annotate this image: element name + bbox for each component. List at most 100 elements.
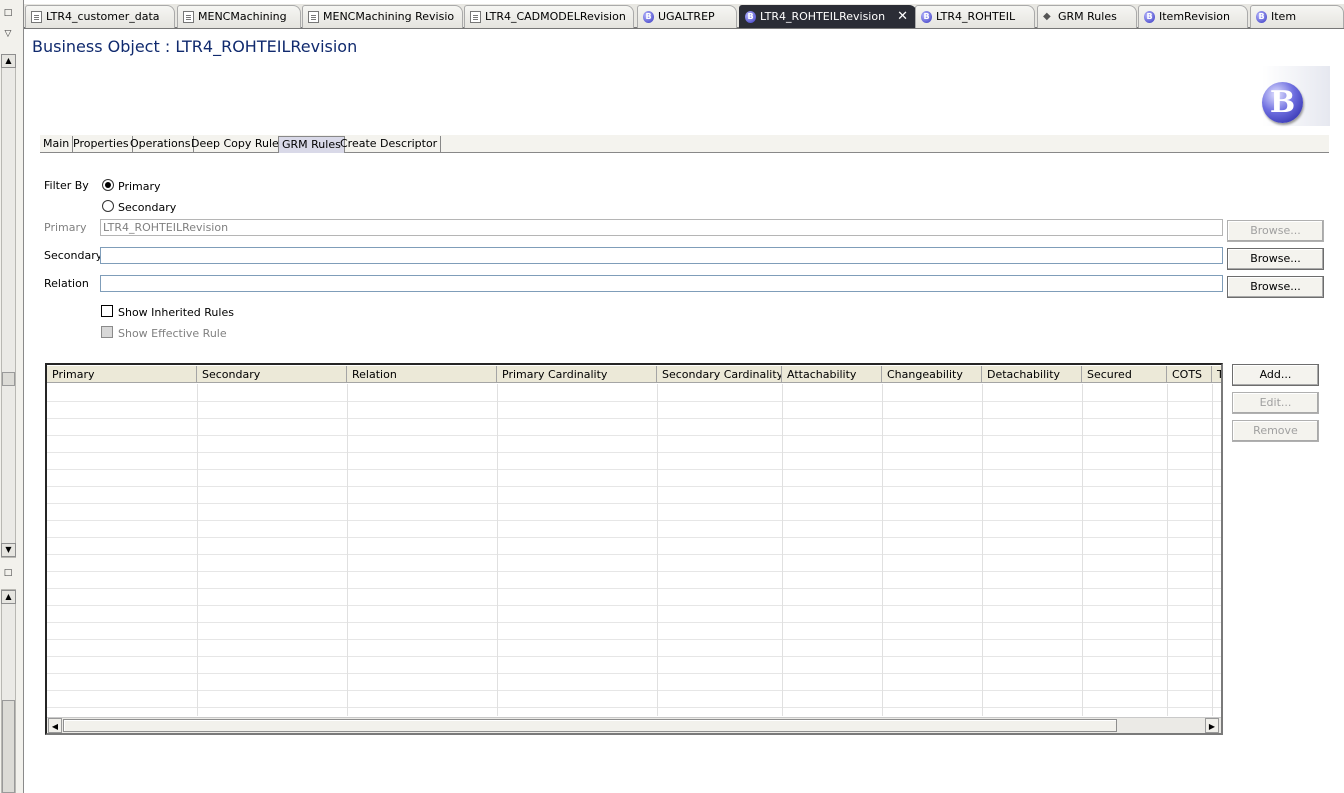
- business-object-icon: B: [921, 11, 932, 23]
- show-effective-rule-checkbox[interactable]: [101, 326, 113, 338]
- table-column-gridline: [1167, 384, 1168, 716]
- tab-ltr4-rohteilrevision[interactable]: B LTR4_ROHTEILRevision ✕: [739, 5, 917, 28]
- table-row-gridline: [47, 656, 1221, 657]
- business-object-icon: B: [745, 11, 756, 23]
- add-rule-button[interactable]: Add...: [1232, 364, 1319, 386]
- document-icon: [308, 11, 319, 23]
- relation-field[interactable]: [100, 275, 1223, 292]
- tab-item[interactable]: B Item: [1250, 5, 1344, 28]
- primary-radio[interactable]: [102, 179, 114, 191]
- table-row-gridline: [47, 435, 1221, 436]
- table-column-gridline: [882, 384, 883, 716]
- column-header-cots[interactable]: COTS: [1167, 366, 1212, 383]
- secondary-browse-button[interactable]: Browse...: [1227, 248, 1324, 270]
- table-column-gridline: [1082, 384, 1083, 716]
- tab-label: LTR4_ROHTEIL: [936, 10, 1016, 23]
- primary-field-label: Primary: [44, 221, 87, 234]
- secondary-radio-label: Secondary: [118, 201, 177, 214]
- tab-mencmachining[interactable]: MENCMachining: [177, 5, 301, 28]
- tab-grm-rules[interactable]: GRM Rules: [278, 136, 345, 153]
- tab-ugaltrep[interactable]: B UGALTREP: [637, 5, 737, 28]
- tab-label: LTR4_ROHTEILRevision: [760, 10, 886, 23]
- tab-main[interactable]: Main: [40, 136, 74, 153]
- edit-rule-button[interactable]: Edit...: [1232, 392, 1319, 414]
- page-title: Business Object : LTR4_ROHTEILRevision: [32, 37, 358, 56]
- tab-properties[interactable]: Properties: [70, 136, 133, 153]
- scroll-up-arrow-icon[interactable]: ▲: [1, 590, 16, 604]
- left-vertical-scrollbar[interactable]: [1, 54, 16, 558]
- logo-b-icon: B: [1262, 82, 1303, 123]
- secondary-radio[interactable]: [102, 200, 114, 212]
- scroll-down-arrow-icon[interactable]: ▼: [1, 543, 16, 557]
- relation-browse-button[interactable]: Browse...: [1227, 276, 1324, 298]
- table-row-gridline: [47, 401, 1221, 402]
- grm-rules-table[interactable]: Primary Secondary Relation Primary Cardi…: [45, 363, 1223, 735]
- column-header-changeability[interactable]: Changeability: [882, 366, 982, 383]
- business-object-icon: B: [1144, 11, 1155, 23]
- primary-field[interactable]: LTR4_ROHTEILRevision: [100, 219, 1223, 236]
- tab-deep-copy-rules[interactable]: Deep Copy Rules: [188, 136, 289, 153]
- column-header-secured[interactable]: Secured: [1082, 366, 1167, 383]
- show-inherited-rules-checkbox[interactable]: [101, 305, 113, 317]
- tab-operations[interactable]: Operations: [127, 136, 195, 153]
- table-row-gridline: [47, 571, 1221, 572]
- table-column-gridline: [982, 384, 983, 716]
- table-column-gridline: [1212, 384, 1213, 716]
- tab-grm-rules[interactable]: ◆ GRM Rules: [1037, 5, 1137, 28]
- column-header-secondary-cardinality[interactable]: Secondary Cardinality: [657, 366, 782, 383]
- remove-rule-button[interactable]: Remove: [1232, 420, 1319, 442]
- scroll-right-arrow-icon[interactable]: ▶: [1205, 718, 1219, 733]
- table-row-gridline: [47, 486, 1221, 487]
- secondary-field[interactable]: [100, 247, 1223, 264]
- tab-label: Item: [1271, 10, 1297, 23]
- tab-label: MENCMachining Revisio: [323, 10, 455, 23]
- scroll-thumb[interactable]: [2, 372, 15, 386]
- table-header: Primary Secondary Relation Primary Cardi…: [47, 366, 1221, 383]
- column-header-relation[interactable]: Relation: [347, 366, 497, 383]
- relation-field-label: Relation: [44, 277, 89, 290]
- restore-icon[interactable]: □: [1, 7, 15, 20]
- left-view-strip: □ ▽ ▲ ▼ □ ▲: [0, 0, 24, 793]
- page-tab-bar: Main Properties Operations Deep Copy Rul…: [40, 135, 1329, 153]
- document-icon: [31, 11, 42, 23]
- table-row-gridline: [47, 690, 1221, 691]
- column-header-primary-cardinality[interactable]: Primary Cardinality: [497, 366, 657, 383]
- tab-mencmachining-revision[interactable]: MENCMachining Revisio: [302, 5, 463, 28]
- table-row-gridline: [47, 537, 1221, 538]
- table-row-gridline: [47, 418, 1221, 419]
- close-tab-icon[interactable]: ✕: [897, 6, 908, 28]
- column-header-detachability[interactable]: Detachability: [982, 366, 1082, 383]
- column-header-attachability[interactable]: Attachability: [782, 366, 882, 383]
- table-horizontal-scrollbar[interactable]: ◀ ▶: [47, 717, 1221, 733]
- tab-create-descriptor[interactable]: Create Descriptor: [337, 136, 442, 153]
- tab-ltr4-rohteil[interactable]: B LTR4_ROHTEIL: [915, 5, 1035, 28]
- scroll-left-arrow-icon[interactable]: ◀: [48, 718, 62, 733]
- show-effective-rule-label: Show Effective Rule: [118, 327, 227, 340]
- document-icon: [183, 11, 194, 23]
- table-row-gridline: [47, 554, 1221, 555]
- scroll-up-arrow-icon[interactable]: ▲: [1, 54, 16, 68]
- document-icon: [470, 11, 481, 23]
- scroll-thumb[interactable]: [2, 700, 15, 793]
- primary-browse-button[interactable]: Browse...: [1227, 220, 1324, 242]
- column-header-secondary[interactable]: Secondary: [197, 366, 347, 383]
- tab-ltr4-cadmodelrevision[interactable]: LTR4_CADMODELRevision: [464, 5, 634, 28]
- column-header-t[interactable]: T: [1212, 366, 1221, 383]
- view-menu-icon[interactable]: ▽: [1, 28, 15, 41]
- tab-ltr4-customer-data[interactable]: LTR4_customer_data: [25, 5, 175, 28]
- table-body: [47, 384, 1221, 716]
- table-row-gridline: [47, 520, 1221, 521]
- table-row-gridline: [47, 622, 1221, 623]
- tab-itemrevision[interactable]: B ItemRevision: [1138, 5, 1248, 28]
- tab-label: LTR4_customer_data: [46, 10, 160, 23]
- restore-icon[interactable]: □: [1, 567, 15, 580]
- table-column-gridline: [782, 384, 783, 716]
- table-row-gridline: [47, 673, 1221, 674]
- column-header-primary[interactable]: Primary: [47, 366, 197, 383]
- table-row-gridline: [47, 639, 1221, 640]
- business-object-icon: B: [1256, 11, 1267, 23]
- table-row-gridline: [47, 605, 1221, 606]
- tab-label: LTR4_CADMODELRevision: [485, 10, 626, 23]
- table-row-gridline: [47, 469, 1221, 470]
- horizontal-scroll-thumb[interactable]: [63, 719, 1117, 732]
